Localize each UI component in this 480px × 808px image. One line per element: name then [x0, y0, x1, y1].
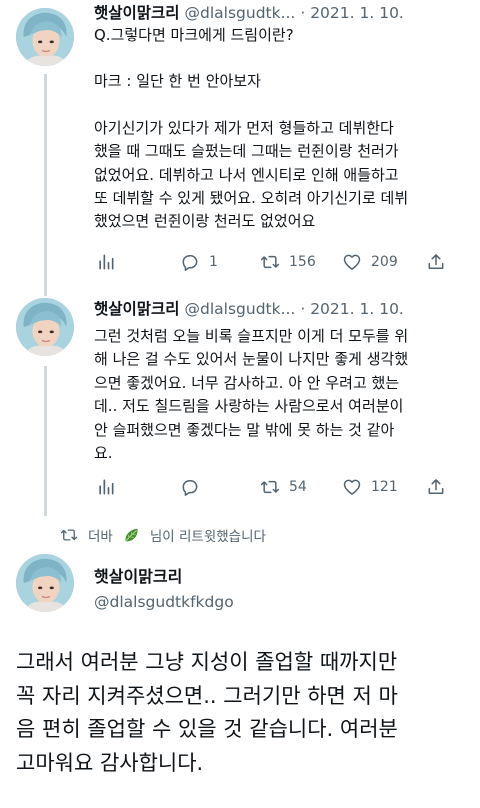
tweet-header: 햇살이맑크리 @dlalsgudtk... · 2021. 1. 10.	[94, 2, 404, 24]
like-icon	[342, 252, 362, 272]
tweet-text: Q.그렇다면 마크에게 드림이란? 마크 : 일단 한 번 안아보자 아기신기가…	[94, 24, 464, 234]
tweet-paragraph: 그런 것처럼 오늘 비록 슬프지만 이게 더 모두를 위 해 나은 걸 수도 있…	[94, 327, 409, 463]
share-button[interactable]	[426, 475, 446, 499]
like-count: 209	[371, 254, 398, 270]
analytics-button[interactable]	[96, 475, 116, 499]
main-tweet[interactable]: 햇살이맑크리 @dlalsgudtkfkdgo 그래서 여러분 그냥 지성이 졸…	[0, 550, 480, 808]
display-name[interactable]: 햇살이맑크리	[94, 567, 182, 587]
tweet-header: 햇살이맑크리 @dlalsgudtk... · 2021. 1. 10.	[94, 298, 404, 320]
retweeted-by-banner: 더바 님이 리트윗했습니다	[60, 524, 266, 546]
reply-icon	[180, 477, 200, 497]
retweet-icon	[260, 477, 280, 497]
user-handle[interactable]: @dlalsgudtkfkdgo	[94, 592, 234, 612]
analytics-icon	[96, 252, 116, 272]
tweet-actions: 1 156 209	[94, 250, 454, 274]
tweet-text: 그런 것처럼 오늘 비록 슬프지만 이게 더 모두를 위 해 나은 걸 수도 있…	[94, 325, 464, 465]
share-icon	[426, 252, 446, 272]
avatar[interactable]	[16, 8, 74, 66]
tweet-text: 그래서 여러분 그냥 지성이 졸업할 때까지만 꼭 자리 지켜주셨으면.. 그러…	[16, 650, 398, 775]
separator-dot: ·	[300, 300, 306, 318]
display-name[interactable]: 햇살이맑크리	[94, 300, 180, 318]
avatar[interactable]	[16, 554, 74, 612]
leafy-green-emoji	[124, 528, 138, 542]
user-handle[interactable]: @dlalsgudtk...	[185, 300, 296, 318]
retweet-button[interactable]: 54	[260, 475, 307, 499]
tweet-actions: 54 121	[94, 475, 454, 499]
reply-button[interactable]: 1	[180, 250, 218, 274]
like-icon	[342, 477, 362, 497]
display-name[interactable]: 햇살이맑크리	[94, 4, 180, 22]
retweet-count: 156	[289, 254, 316, 270]
reply-button[interactable]	[180, 475, 209, 499]
tweet-paragraph: 아기신기가 있다가 제가 먼저 형들하고 데뷔한다 했을 때 그때도 슬펐는데 …	[94, 118, 409, 231]
share-icon	[426, 477, 446, 497]
separator-dot: ·	[300, 4, 306, 22]
share-button[interactable]	[426, 250, 446, 274]
tweet-paragraph: Q.그렇다면 마크에게 드림이란?	[94, 26, 294, 44]
analytics-icon	[96, 477, 116, 497]
tweet-1[interactable]: 햇살이맑크리 @dlalsgudtk... · 2021. 1. 10. Q.그…	[0, 0, 480, 290]
reply-count: 1	[209, 254, 218, 270]
tweet-date[interactable]: 2021. 1. 10.	[310, 4, 404, 22]
analytics-button[interactable]	[96, 250, 116, 274]
retweet-icon	[60, 526, 78, 544]
retweet-count: 54	[289, 479, 307, 495]
retweet-button[interactable]: 156	[260, 250, 316, 274]
like-button[interactable]: 209	[342, 250, 398, 274]
retweet-icon	[260, 252, 280, 272]
retweeter-name[interactable]: 더바	[88, 525, 113, 545]
like-button[interactable]: 121	[342, 475, 398, 499]
tweet-2[interactable]: 햇살이맑크리 @dlalsgudtk... · 2021. 1. 10. 그런 …	[0, 296, 480, 516]
retweet-banner-text: 님이 리트윗했습니다	[149, 529, 266, 545]
tweet-paragraph: 마크 : 일단 한 번 안아보자	[94, 72, 261, 91]
tweet-date[interactable]: 2021. 1. 10.	[310, 300, 404, 318]
like-count: 121	[371, 479, 398, 495]
user-handle[interactable]: @dlalsgudtk...	[185, 4, 296, 22]
reply-icon	[180, 252, 200, 272]
avatar[interactable]	[16, 298, 74, 356]
